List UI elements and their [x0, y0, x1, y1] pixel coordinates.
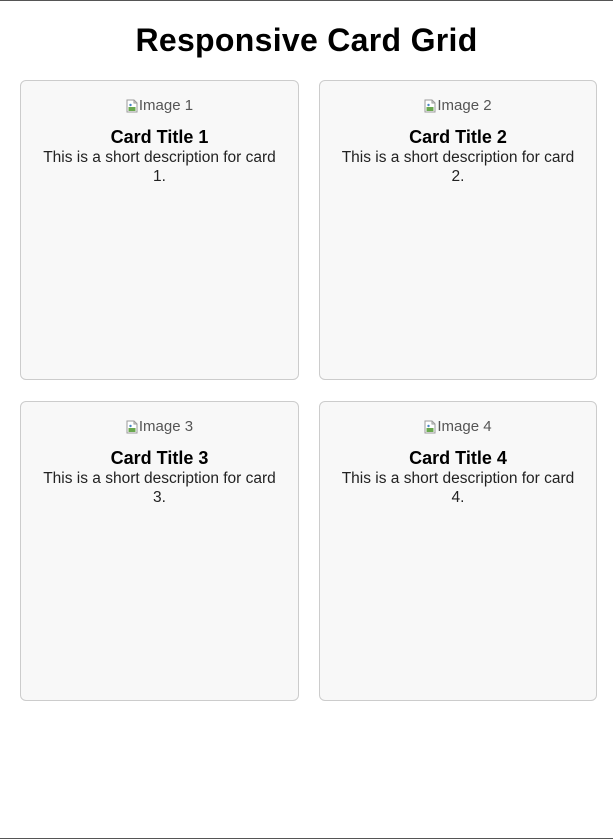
card-title: Card Title 3	[110, 448, 209, 468]
card-description: This is a short description for card 1.	[43, 149, 276, 185]
card-image: Image 1	[126, 96, 193, 116]
card-description: This is a short description for card 3.	[43, 470, 276, 506]
card-title: Card Title 4	[409, 448, 507, 468]
card-image-alt: Image 1	[138, 97, 194, 114]
card-image: Image 3	[126, 417, 193, 437]
broken-image-icon	[424, 99, 436, 113]
card: Image 4 Card Title 4 This is a short des…	[319, 401, 597, 701]
card: Image 1 Card Title 1 This is a short des…	[20, 80, 299, 380]
broken-image-icon	[424, 420, 436, 434]
card-image-alt: Image 3	[138, 418, 194, 435]
page-title: Responsive Card Grid	[135, 22, 478, 58]
card-title: Card Title 2	[409, 127, 507, 147]
card-image-alt: Image 2	[437, 97, 492, 114]
card-description: This is a short description for card 4.	[341, 470, 575, 506]
card-title: Card Title 1	[110, 127, 209, 147]
card: Image 2 Card Title 2 This is a short des…	[319, 80, 597, 380]
card-image: Image 4	[424, 417, 492, 437]
broken-image-icon	[126, 99, 138, 113]
card-image-alt: Image 4	[437, 418, 492, 435]
card-image: Image 2	[424, 96, 492, 116]
broken-image-icon	[126, 420, 138, 434]
card-grid: Image 1 Card Title 1 This is a short des…	[20, 80, 597, 701]
card-description: This is a short description for card 2.	[341, 149, 575, 185]
card: Image 3 Card Title 3 This is a short des…	[20, 401, 299, 701]
